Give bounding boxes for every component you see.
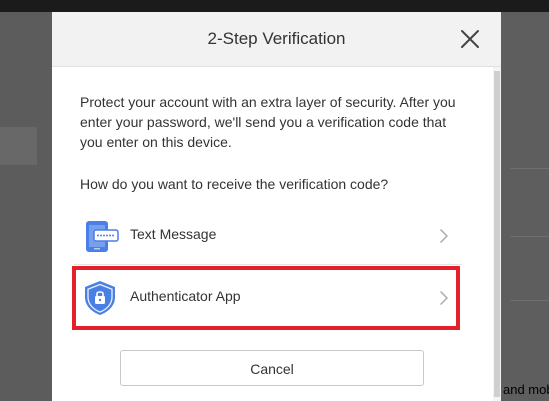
phone-sms-icon (86, 221, 119, 252)
close-icon (461, 30, 479, 48)
option-divider (74, 264, 462, 265)
close-button[interactable] (458, 27, 482, 51)
option-authenticator-app[interactable]: Authenticator App (74, 268, 458, 326)
background-right (501, 12, 549, 401)
background-partial-text: and mob (503, 382, 549, 397)
scrollbar[interactable] (493, 67, 501, 401)
option-text-message[interactable]: Text Message (74, 206, 458, 264)
background-divider (510, 300, 549, 301)
background-divider (510, 236, 549, 237)
shield-lock-icon (85, 281, 115, 315)
background-left-block (0, 127, 37, 165)
verification-dialog: 2-Step Verification Protect your account… (52, 12, 501, 401)
dialog-header: 2-Step Verification (52, 12, 501, 67)
cancel-button[interactable]: Cancel (120, 350, 424, 386)
dialog-title: 2-Step Verification (207, 29, 346, 48)
option-label: Text Message (130, 226, 217, 242)
chevron-right-icon (440, 229, 448, 243)
option-label: Authenticator App (130, 288, 241, 304)
chevron-right-icon (440, 291, 448, 305)
background-left (0, 12, 52, 401)
scrollbar-thumb[interactable] (494, 71, 500, 397)
top-bar (0, 0, 549, 12)
background-divider (510, 168, 549, 169)
intro-text: Protect your account with an extra layer… (80, 94, 456, 150)
method-question: How do you want to receive the verificat… (80, 176, 389, 192)
